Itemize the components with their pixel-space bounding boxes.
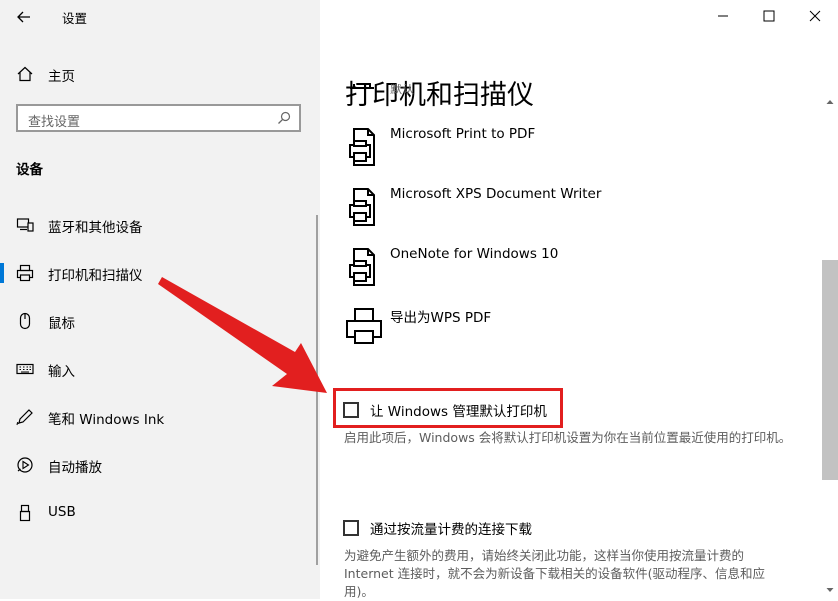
checkbox-box[interactable] bbox=[343, 402, 359, 418]
sidebar-item-usb[interactable]: USB bbox=[0, 493, 318, 533]
printer-name: Microsoft XPS Document Writer bbox=[390, 186, 602, 202]
printer-name: Microsoft Print to PDF bbox=[390, 126, 536, 142]
app-title: 设置 bbox=[62, 11, 88, 26]
usb-icon bbox=[19, 504, 31, 522]
sidebar: 设置 主页 查找设置 设备 蓝牙和其他设备 打印机和扫描仪 鼠标 输入 笔和 W… bbox=[0, 0, 320, 599]
printer-name: 导出为WPS PDF bbox=[390, 310, 492, 326]
search-input[interactable]: 查找设置 bbox=[16, 104, 301, 132]
maximize-icon bbox=[763, 10, 775, 22]
main-content: 打印机和扫描仪 默认 Microsoft Print to PDF Micros… bbox=[320, 0, 838, 599]
sidebar-item-bluetooth[interactable]: 蓝牙和其他设备 bbox=[0, 205, 318, 245]
selection-indicator bbox=[0, 263, 4, 283]
sidebar-item-typing[interactable]: 输入 bbox=[0, 349, 318, 389]
mouse-icon bbox=[19, 312, 31, 330]
section-title: 设备 bbox=[16, 162, 43, 178]
back-button[interactable] bbox=[14, 6, 36, 28]
metered-download-description: 为避免产生额外的费用，请始终关闭此功能，这样当你使用按流量计费的 Interne… bbox=[344, 548, 765, 599]
pen-icon bbox=[16, 409, 33, 426]
printer-item-cut-off[interactable]: 默认 bbox=[340, 84, 640, 102]
back-arrow-icon bbox=[17, 11, 30, 23]
home-icon bbox=[17, 66, 33, 82]
sidebar-item-home[interactable]: 主页 bbox=[0, 58, 320, 90]
scroll-down-icon[interactable] bbox=[826, 586, 834, 594]
printer-document-icon bbox=[349, 128, 375, 166]
sidebar-item-label: 打印机和扫描仪 bbox=[48, 268, 143, 284]
checkbox-label: 通过按流量计费的连接下载 bbox=[370, 522, 532, 538]
close-icon bbox=[809, 10, 821, 22]
printer-item[interactable]: 导出为WPS PDF bbox=[340, 306, 760, 356]
maximize-button[interactable] bbox=[746, 0, 792, 32]
sidebar-item-autoplay[interactable]: 自动播放 bbox=[0, 445, 318, 485]
keyboard-icon bbox=[16, 363, 34, 375]
sidebar-item-label: 蓝牙和其他设备 bbox=[48, 220, 143, 236]
sidebar-item-label: USB bbox=[48, 504, 76, 520]
printer-icon bbox=[346, 308, 382, 344]
sidebar-item-label: 输入 bbox=[48, 364, 75, 380]
printer-item[interactable]: Microsoft Print to PDF bbox=[340, 126, 760, 176]
printer-document-icon bbox=[349, 248, 375, 286]
search-placeholder: 查找设置 bbox=[28, 115, 81, 130]
sidebar-scrollbar[interactable] bbox=[316, 215, 318, 565]
checkbox-label: 让 Windows 管理默认打印机 bbox=[370, 404, 547, 420]
autoplay-icon bbox=[17, 457, 33, 473]
minimize-icon bbox=[718, 15, 728, 17]
search-icon bbox=[278, 111, 291, 124]
sidebar-item-pen[interactable]: 笔和 Windows Ink bbox=[0, 397, 318, 437]
bluetooth-devices-icon bbox=[16, 218, 34, 232]
printer-name: OneNote for Windows 10 bbox=[390, 246, 559, 262]
sidebar-item-label: 主页 bbox=[48, 69, 75, 85]
sidebar-item-label: 笔和 Windows Ink bbox=[48, 412, 165, 428]
sidebar-item-printers[interactable]: 打印机和扫描仪 bbox=[0, 253, 318, 293]
let-windows-manage-description: 启用此项后，Windows 会将默认打印机设置为你在当前位置最近使用的打印机。 bbox=[344, 430, 792, 445]
printer-item[interactable]: Microsoft XPS Document Writer bbox=[340, 186, 760, 236]
printer-icon bbox=[350, 84, 374, 89]
sidebar-titlebar: 设置 bbox=[0, 0, 320, 34]
window-controls bbox=[700, 0, 838, 32]
let-windows-manage-checkbox[interactable]: 让 Windows 管理默认打印机 bbox=[343, 400, 547, 420]
close-button[interactable] bbox=[792, 0, 838, 32]
printer-item[interactable]: OneNote for Windows 10 bbox=[340, 246, 760, 296]
printer-document-icon bbox=[349, 188, 375, 226]
scroll-up-icon[interactable] bbox=[826, 98, 834, 106]
printer-icon bbox=[16, 264, 34, 282]
minimize-button[interactable] bbox=[700, 0, 746, 32]
printer-status: 默认 bbox=[390, 84, 415, 96]
metered-download-checkbox[interactable]: 通过按流量计费的连接下载 bbox=[343, 518, 532, 538]
sidebar-item-label: 鼠标 bbox=[48, 316, 75, 332]
sidebar-item-label: 自动播放 bbox=[48, 460, 102, 476]
scrollbar-thumb[interactable] bbox=[822, 260, 838, 480]
checkbox-box[interactable] bbox=[343, 520, 359, 536]
sidebar-item-mouse[interactable]: 鼠标 bbox=[0, 301, 318, 341]
